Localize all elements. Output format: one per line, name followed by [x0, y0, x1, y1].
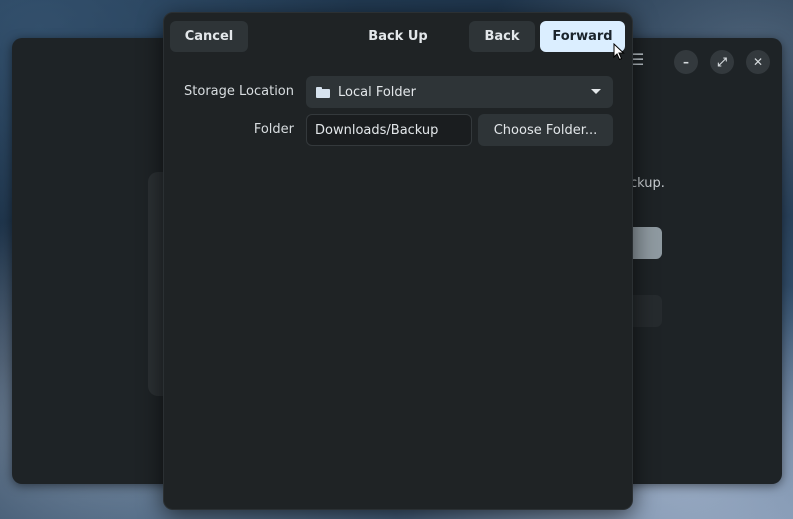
storage-location-value: Local Folder — [338, 84, 416, 100]
back-button[interactable]: Back — [469, 21, 535, 52]
backup-dialog: Cancel Back Up Back Forward Storage Loca… — [163, 12, 633, 510]
background-description-text: ckup. — [630, 176, 665, 191]
window-controls: – ⤢ ✕ — [674, 50, 770, 74]
close-icon[interactable]: ✕ — [746, 50, 770, 74]
folder-label: Folder — [253, 122, 294, 137]
storage-location-dropdown[interactable]: Local Folder — [306, 76, 613, 108]
minimize-icon[interactable]: – — [674, 50, 698, 74]
choose-folder-button[interactable]: Choose Folder... — [478, 114, 613, 146]
storage-location-label: Storage Location — [184, 84, 294, 99]
folder-field[interactable]: Downloads/Backup — [306, 114, 472, 146]
folder-icon — [316, 86, 330, 98]
mouse-pointer-icon — [613, 43, 625, 61]
maximize-icon[interactable]: ⤢ — [710, 50, 734, 74]
dropdown-caret-icon — [591, 89, 601, 94]
cancel-button[interactable]: Cancel — [170, 21, 248, 52]
